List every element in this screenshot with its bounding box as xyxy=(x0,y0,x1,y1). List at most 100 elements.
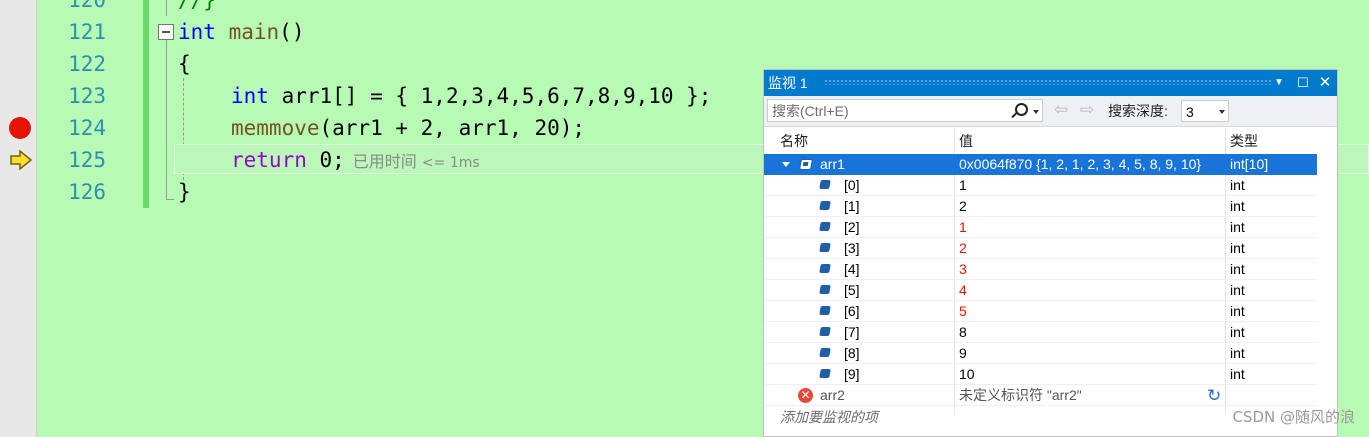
close-icon[interactable]: ✕ xyxy=(1315,70,1335,96)
code-line-120[interactable]: //} xyxy=(178,0,216,16)
breakpoint-icon[interactable] xyxy=(9,117,31,139)
watch-type: int xyxy=(1230,198,1245,214)
line-number: 120 xyxy=(68,0,106,12)
perf-tip-value: <= 1ms xyxy=(421,155,480,171)
code-line-124[interactable]: memmove(arr1 + 2, arr1, 20); xyxy=(231,112,585,144)
watch-value[interactable]: 9 xyxy=(959,343,967,364)
search-dropdown-icon[interactable] xyxy=(1033,110,1039,114)
add-watch-item[interactable]: 添加要监视的项 xyxy=(780,407,878,427)
error-icon: ✕ xyxy=(798,388,813,403)
watch-type: int xyxy=(1230,366,1245,382)
field-icon xyxy=(819,201,831,210)
watch-title-bar[interactable]: 监视 1 ▼ ☐ ✕ xyxy=(764,70,1337,96)
column-header-name[interactable]: 名称 xyxy=(780,128,808,154)
watch-row[interactable]: [5] 4 int xyxy=(764,280,1317,301)
search-icon[interactable] xyxy=(1015,103,1028,116)
watch-value-changed[interactable]: 4 xyxy=(959,280,967,301)
watch-column-headers: 名称 值 类型 xyxy=(764,128,1337,154)
line-number: 122 xyxy=(68,52,106,76)
field-icon xyxy=(819,264,831,273)
collapse-triangle-icon[interactable] xyxy=(782,162,790,167)
code-line-125[interactable]: return 0; 已用时间 <= 1ms xyxy=(231,144,480,176)
watch-row[interactable]: [1] 2 int xyxy=(764,196,1317,217)
watch-value-changed[interactable]: 2 xyxy=(959,238,967,259)
watch-row[interactable]: [2] 1 int xyxy=(764,217,1317,238)
watermark: CSDN @随风的浪 xyxy=(1232,408,1355,426)
maximize-icon[interactable]: ☐ xyxy=(1293,70,1313,96)
field-icon xyxy=(819,306,831,315)
dropdown-arrow-icon[interactable]: ▼ xyxy=(1269,70,1289,96)
line-number: 123 xyxy=(68,84,106,108)
watch-row[interactable]: [7] 8 int xyxy=(764,322,1317,343)
column-header-type[interactable]: 类型 xyxy=(1230,128,1258,154)
watch-row[interactable]: [0] 1 int xyxy=(764,175,1317,196)
watch-name: [0] xyxy=(844,177,860,193)
outline-line xyxy=(166,40,167,200)
watch-name: [1] xyxy=(844,198,860,214)
outline-line xyxy=(166,0,167,16)
watch-value-changed[interactable]: 1 xyxy=(959,217,967,238)
line-number: 124 xyxy=(68,116,106,140)
search-placeholder: 搜索(Ctrl+E) xyxy=(772,103,849,119)
watch-type: int xyxy=(1230,240,1245,256)
watch-type: int xyxy=(1230,303,1245,319)
code-line-123[interactable]: int arr1[] = { 1,2,3,4,5,6,7,8,9,10 }; xyxy=(231,80,711,112)
watch-value[interactable]: 未定义标识符 "arr2" xyxy=(959,385,1082,406)
watch-value[interactable]: 8 xyxy=(959,322,967,343)
code-line-122[interactable]: { xyxy=(178,48,191,80)
title-grip xyxy=(824,79,1271,85)
refresh-icon[interactable]: ↻ xyxy=(1207,385,1221,406)
watch-toolbar: 搜索(Ctrl+E) ⇦ ⇨ 搜索深度: 3 xyxy=(764,96,1337,127)
watch-name: [4] xyxy=(844,261,860,277)
collapse-icon[interactable] xyxy=(158,24,174,40)
watch-type: int xyxy=(1230,282,1245,298)
comment-text: //} xyxy=(178,0,216,12)
breakpoint-gutter[interactable] xyxy=(0,0,37,437)
watch-value-changed[interactable]: 3 xyxy=(959,259,967,280)
watch-value[interactable]: 2 xyxy=(959,196,967,217)
line-number: 121 xyxy=(68,20,106,44)
watch-value-changed[interactable]: 5 xyxy=(959,301,967,322)
keyword: int xyxy=(178,20,216,44)
outline-end xyxy=(166,199,174,200)
back-arrow-icon[interactable]: ⇦ xyxy=(1054,99,1068,121)
watch-name: arr2 xyxy=(820,387,845,403)
watch-row-arr2[interactable]: ✕ arr2 未定义标识符 "arr2" ↻ xyxy=(764,385,1317,406)
watch-row[interactable]: [8] 9 int xyxy=(764,343,1317,364)
code-text: () xyxy=(279,20,305,44)
watch-row[interactable]: [3] 2 int xyxy=(764,238,1317,259)
watch-row[interactable]: [9] 10 int xyxy=(764,364,1317,385)
watch-type: int xyxy=(1230,261,1245,277)
watch-row[interactable]: [4] 3 int xyxy=(764,259,1317,280)
column-header-value[interactable]: 值 xyxy=(959,128,973,154)
field-icon xyxy=(819,180,831,189)
search-depth-label: 搜索深度: xyxy=(1108,103,1168,119)
code-text: arr1[] = { 1,2,3,4,5,6,7,8,9,10 }; xyxy=(268,84,712,108)
watch-row-arr1[interactable]: arr1 0x0064f870 {1, 2, 1, 2, 3, 4, 5, 8,… xyxy=(764,154,1317,175)
code-text: (arr1 + 2, arr1, 20); xyxy=(319,116,586,140)
code-line-121[interactable]: int main() xyxy=(178,16,304,48)
current-statement-arrow-icon xyxy=(10,150,32,170)
watch-name: arr1 xyxy=(820,156,845,172)
field-icon xyxy=(819,327,831,336)
search-depth-select[interactable]: 3 xyxy=(1181,100,1229,122)
watch-value[interactable]: 1 xyxy=(959,175,967,196)
field-icon xyxy=(819,285,831,294)
code-line-126[interactable]: } xyxy=(178,176,191,208)
line-number: 125 xyxy=(68,148,106,172)
change-tracking-bar xyxy=(143,0,149,208)
perf-tip-label: 已用时间 xyxy=(352,152,417,171)
search-input[interactable]: 搜索(Ctrl+E) xyxy=(767,99,1043,122)
watch-row[interactable]: [6] 5 int xyxy=(764,301,1317,322)
search-depth-value: 3 xyxy=(1186,104,1194,120)
watch-value[interactable]: 10 xyxy=(959,364,975,385)
watch-name: [6] xyxy=(844,303,860,319)
field-icon xyxy=(819,222,831,231)
watch-name: [5] xyxy=(844,282,860,298)
function-name: main xyxy=(228,20,280,44)
forward-arrow-icon[interactable]: ⇨ xyxy=(1080,99,1094,121)
chevron-down-icon[interactable] xyxy=(1219,110,1225,114)
perf-tip[interactable]: 已用时间 <= 1ms xyxy=(353,152,480,171)
variable-icon xyxy=(799,159,813,170)
watch-value[interactable]: 0x0064f870 {1, 2, 1, 2, 3, 4, 5, 8, 9, 1… xyxy=(959,154,1201,175)
